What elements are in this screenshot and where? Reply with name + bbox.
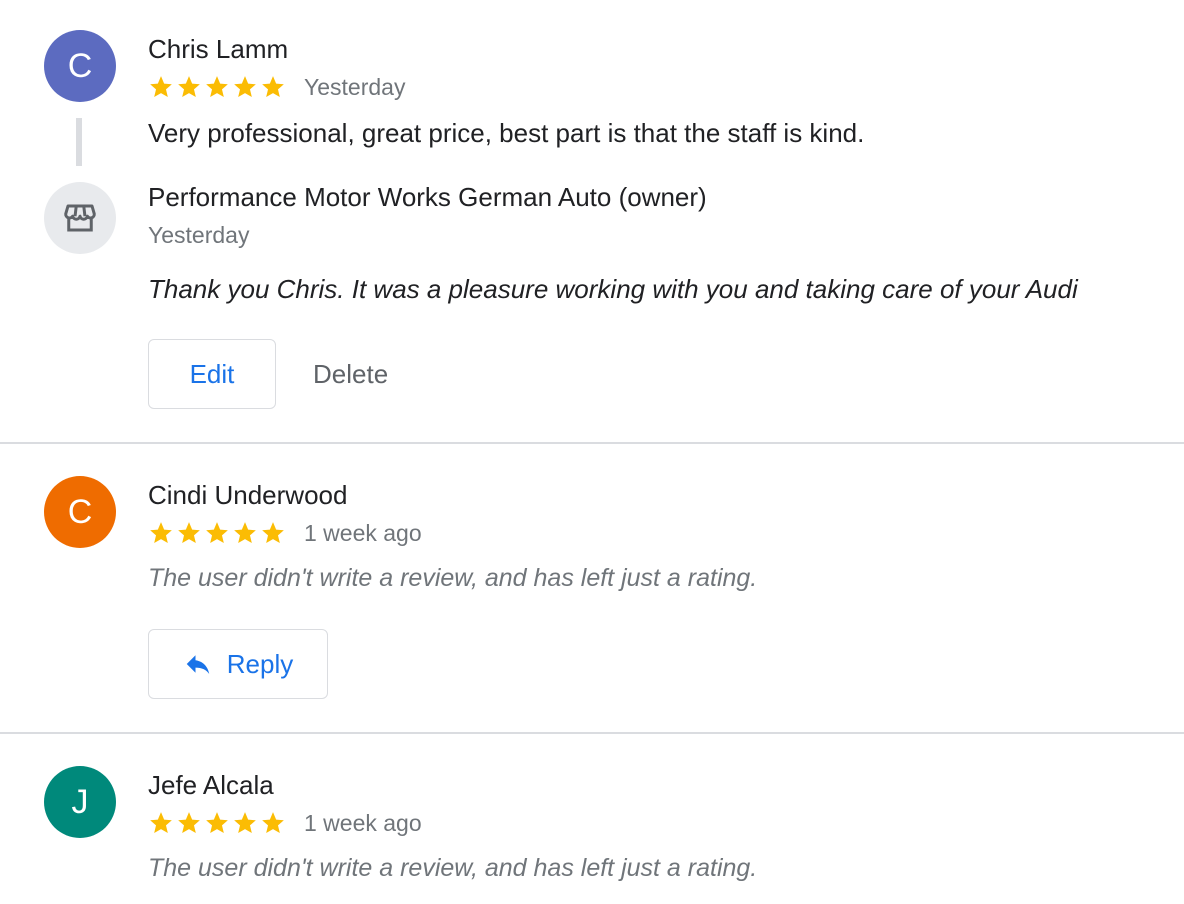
star-icon (206, 522, 228, 543)
star-rating (148, 808, 288, 838)
star-icon (234, 522, 256, 543)
reply-arrow-icon (186, 655, 209, 674)
edit-button[interactable]: Edit (148, 339, 276, 409)
star-icon (206, 76, 228, 97)
star-icon (150, 812, 172, 833)
reviewer-name[interactable]: Jefe Alcala (148, 770, 274, 801)
star-icon (150, 522, 172, 543)
reviewer-name[interactable]: Cindi Underwood (148, 480, 347, 511)
rating-row: 1 week ago (148, 518, 422, 548)
owner-response-date: Yesterday (148, 222, 250, 248)
star-icon (206, 812, 228, 833)
owner-response-text: Thank you Chris. It was a pleasure worki… (148, 274, 1078, 304)
star-icon (150, 76, 172, 97)
star-icon (178, 76, 200, 97)
owner-response-name: Performance Motor Works German Auto (own… (148, 182, 707, 212)
delete-button[interactable]: Delete (313, 339, 388, 409)
review-date: 1 week ago (304, 809, 422, 836)
star-icon (178, 812, 200, 833)
star-rating (148, 518, 288, 548)
review-placeholder-text: The user didn't write a review, and has … (148, 564, 758, 592)
review-card-cindi-underwood: C Cindi Underwood 1 week ago The user di… (0, 444, 1184, 732)
reply-button[interactable]: Reply (148, 629, 328, 699)
review-text: Very professional, great price, best par… (148, 118, 865, 148)
review-placeholder-text: The user didn't write a review, and has … (148, 854, 758, 882)
reviewer-avatar[interactable]: J (44, 766, 116, 838)
reviewer-avatar[interactable]: C (44, 476, 116, 548)
star-icon (262, 522, 284, 543)
reply-button-label: Reply (226, 648, 294, 679)
review-date: 1 week ago (304, 519, 422, 546)
rating-row: Yesterday (148, 72, 405, 102)
star-icon (262, 76, 284, 97)
rating-row: 1 week ago (148, 808, 422, 838)
review-date: Yesterday (304, 73, 406, 100)
star-icon (262, 812, 284, 833)
owner-avatar (44, 182, 116, 254)
star-rating (148, 72, 288, 102)
star-icon (178, 522, 200, 543)
review-card-jefe-alcala: J Jefe Alcala 1 week ago The user didn't… (0, 734, 1184, 904)
star-icon (234, 812, 256, 833)
reviewer-name[interactable]: Chris Lamm (148, 34, 288, 65)
reviewer-avatar[interactable]: C (44, 30, 116, 102)
review-card-chris-lamm: C Chris Lamm Yesterday Very professional… (0, 0, 1184, 442)
storefront-icon (64, 204, 96, 232)
thread-connector (76, 118, 82, 166)
star-icon (234, 76, 256, 97)
